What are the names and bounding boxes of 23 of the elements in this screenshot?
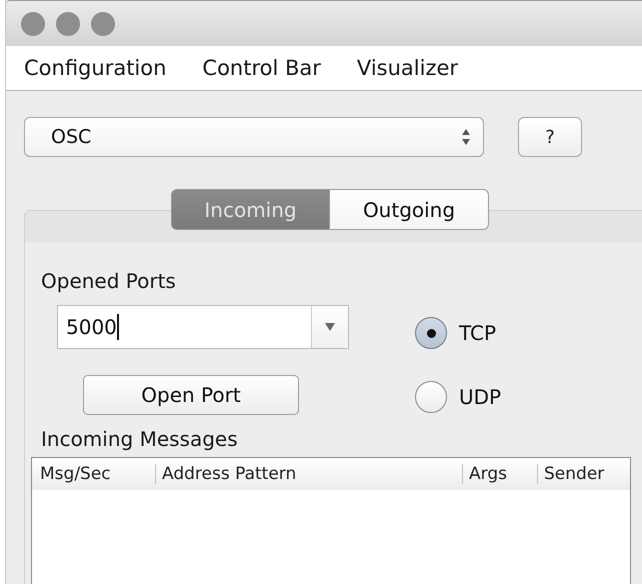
open-port-button[interactable]: Open Port	[83, 375, 299, 415]
tab[interactable]: Outgoing	[330, 189, 489, 230]
window-control-button[interactable]	[91, 12, 115, 36]
radio-button[interactable]	[415, 317, 447, 349]
port-combo-box[interactable]: 5000	[57, 305, 349, 349]
column-header[interactable]: Args	[462, 464, 537, 484]
window-control-button[interactable]	[56, 12, 80, 36]
section-label: Opened Ports	[41, 269, 177, 293]
radio-label[interactable]: UDP	[459, 385, 502, 409]
menu-item[interactable]: Control Bar	[202, 56, 321, 80]
dropdown-arrow-icon	[325, 323, 335, 331]
up-down-arrows-icon	[461, 128, 471, 146]
menu-item[interactable]: Visualizer	[356, 56, 458, 80]
window-control-button[interactable]	[21, 12, 45, 36]
section-label: Incoming Messages	[41, 427, 239, 451]
menu-item[interactable]: Configuration	[24, 56, 166, 80]
column-header[interactable]: Address Pattern	[155, 464, 462, 484]
protocol-select[interactable]: OSC	[24, 117, 484, 157]
column-header[interactable]: Msg/Sec	[32, 464, 155, 484]
help-button[interactable]: ?	[518, 117, 582, 157]
radio-button[interactable]	[415, 381, 447, 413]
column-header[interactable]: Sender	[537, 464, 630, 484]
radio-label[interactable]: TCP	[459, 321, 496, 345]
